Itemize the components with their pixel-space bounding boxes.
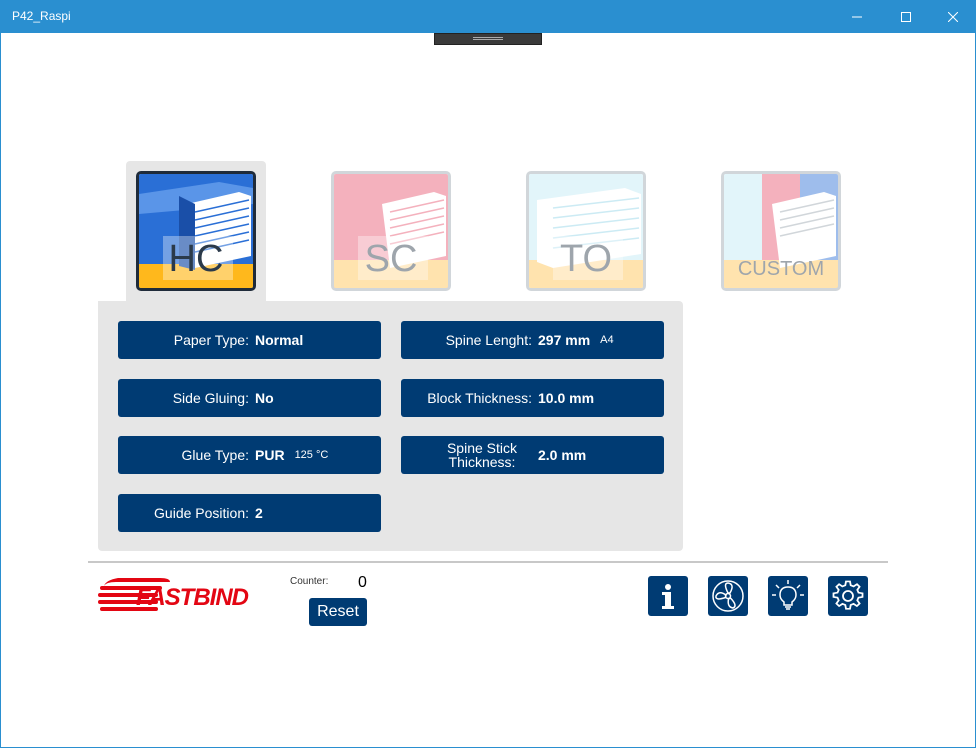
counter-value: 0 <box>358 574 367 591</box>
close-icon <box>948 11 958 22</box>
guide-position-button[interactable]: Guide Position: 2 <box>118 494 381 532</box>
settings-button[interactable] <box>828 576 868 616</box>
spine-stick-thickness-button[interactable]: Spine Stick Thickness: 2.0 mm <box>401 436 664 474</box>
settings-gear-icon <box>832 580 864 610</box>
fan-button[interactable] <box>708 576 748 616</box>
side-gluing-value: No <box>255 390 274 406</box>
paper-type-button[interactable]: Paper Type: Normal <box>118 321 381 359</box>
spine-stick-thickness-label: Spine Stick Thickness: <box>446 440 518 470</box>
brand-name: FASTBIND <box>136 584 249 611</box>
minimize-button[interactable] <box>834 0 880 33</box>
glue-temperature: 125 °C <box>294 449 329 461</box>
block-thickness-button[interactable]: Block Thickness: 10.0 mm <box>401 379 664 417</box>
glue-type-value: PUR <box>255 447 285 463</box>
mode-to-label: TO <box>559 238 613 280</box>
title-bar: P42_Raspi <box>0 0 976 33</box>
block-thickness-label: Block Thickness: <box>427 390 532 406</box>
side-gluing-button[interactable]: Side Gluing: No <box>118 379 381 417</box>
fan-icon <box>712 580 744 612</box>
fastbind-logo: FASTBIND <box>96 576 249 616</box>
spine-length-label: Spine Lenght: <box>445 332 532 348</box>
top-pull-handle[interactable] <box>434 33 542 45</box>
mode-custom-button[interactable]: CUSTOM <box>721 171 841 291</box>
info-button[interactable] <box>648 576 688 616</box>
window-title: P42_Raspi <box>12 9 71 23</box>
close-button[interactable] <box>930 0 976 33</box>
maximize-icon <box>901 11 911 22</box>
paper-format: A4 <box>600 334 614 346</box>
info-icon <box>662 584 674 609</box>
mode-custom-label: CUSTOM <box>737 258 825 280</box>
paper-type-value: Normal <box>255 332 304 348</box>
block-thickness-value: 10.0 mm <box>538 390 595 406</box>
mode-sc-button[interactable]: SC <box>331 171 451 291</box>
grip-lines <box>473 37 503 38</box>
guide-position-value: 2 <box>255 505 263 521</box>
side-gluing-label: Side Gluing: <box>172 390 249 406</box>
spine-length-value: 297 mm <box>538 332 591 348</box>
paper-type-label: Paper Type: <box>173 332 249 348</box>
guide-position-label: Guide Position: <box>154 505 249 521</box>
spine-stick-thickness-value: 2.0 mm <box>538 447 587 463</box>
glue-type-label: Glue Type: <box>181 447 249 463</box>
mode-hc-label: HC <box>168 238 224 280</box>
spine-length-value-group: 297 mm A4 <box>538 321 614 359</box>
footer-divider <box>88 561 888 563</box>
mode-sc-label: SC <box>364 238 418 280</box>
mode-to-button[interactable]: TO <box>526 171 646 291</box>
light-button[interactable] <box>768 576 808 616</box>
mode-hc-button[interactable]: HC <box>136 171 256 291</box>
glue-type-button[interactable]: Glue Type: PUR 125 °C <box>118 436 381 474</box>
minimize-icon <box>852 16 862 17</box>
counter-label: Counter: <box>290 576 329 587</box>
light-bulb-icon <box>772 580 804 610</box>
spine-length-button[interactable]: Spine Lenght: 297 mm A4 <box>401 321 664 359</box>
maximize-button[interactable] <box>883 0 929 33</box>
reset-button[interactable]: Reset <box>309 598 367 626</box>
glue-type-value-group: PUR 125 °C <box>255 436 328 474</box>
